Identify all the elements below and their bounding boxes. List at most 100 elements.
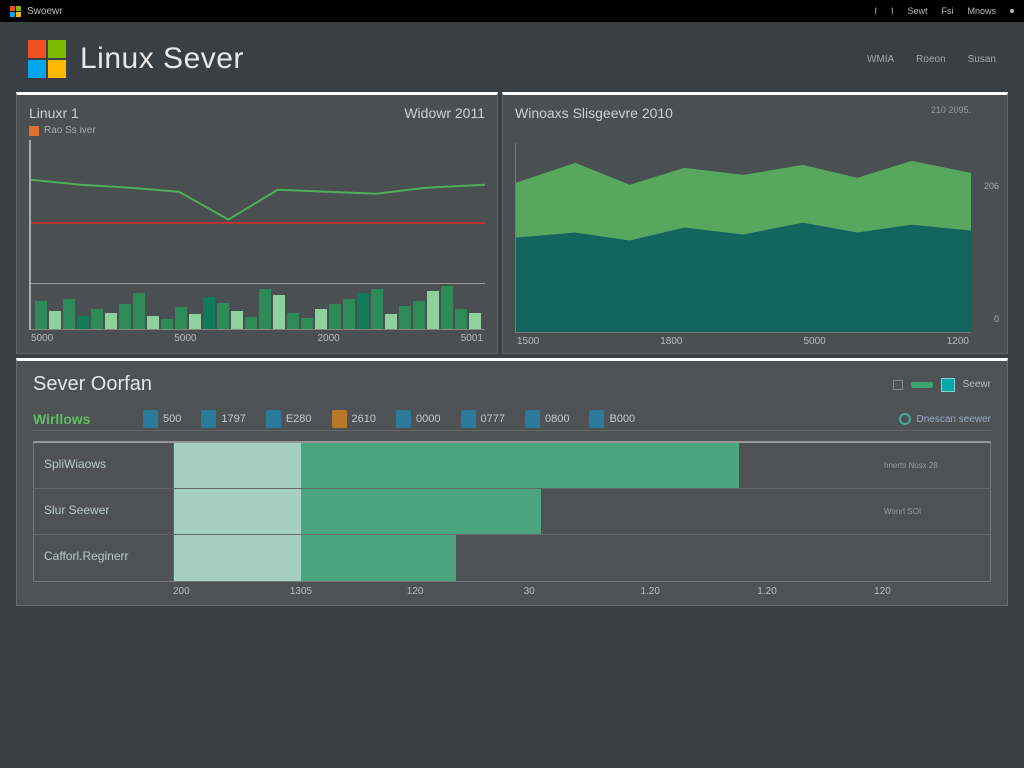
drive-icon [332,410,347,428]
topbar-nav-1[interactable]: I [891,6,894,16]
drive-icon [589,410,604,428]
x-tick: 1.20 [640,586,757,597]
topbar-menu-icon[interactable] [1010,9,1014,13]
x-tick: 1200 [947,336,969,347]
chart-area: 206 0 [515,143,971,333]
header-nav-1[interactable]: Roeon [916,54,945,65]
stat-value: 500 [163,413,181,425]
topbar-nav-0[interactable]: I [874,6,877,16]
panel-linux-head: Linuxr 1 Widowr 2011 [29,105,485,121]
stat-item[interactable]: B000 [589,410,635,428]
stat-item[interactable]: 0000 [396,410,440,428]
drive-icon [201,410,216,428]
panel-linux-title-right: Widowr 2011 [404,105,485,121]
meta: 210 [931,105,946,115]
panel-linux-title-left: Linuxr 1 [29,105,79,121]
topbar-nav-4[interactable]: Mnows [967,6,996,16]
topbar-nav-2[interactable]: Sewt [907,6,927,16]
stat-item[interactable]: 2610 [332,410,376,428]
panel-windows: Winoaxs Slisgeevre 2010 210 2095. 206 0 … [502,92,1008,354]
y-tick-top: 206 [984,181,999,191]
panel-windows-title: Winoaxs Slisgeevre 2010 [515,105,673,121]
drive-icon [461,410,476,428]
hbar-chart: SpliWiaows hnerts Nosx 28 Slur Seewer Wo… [33,441,991,582]
y-tick-bottom: 0 [994,314,999,324]
topbar-nav-3[interactable]: Fsi [941,6,953,16]
stat-value: B000 [609,413,635,425]
x-tick: 2000 [318,333,340,344]
stat-value: 0800 [545,413,569,425]
stat-value: 2610 [352,413,376,425]
page-header: Linux Sever WMIA Roeon Susan [0,22,1024,92]
stat-value: 1797 [221,413,245,425]
section-toggle[interactable]: Seewr [893,378,991,392]
x-tick: 5001 [461,333,483,344]
stat-item[interactable]: 0777 [461,410,505,428]
panel-linux-legend: Rao Ss iver [29,125,485,136]
hbar-track [174,443,880,488]
stat-end-label: Dnescan seewer [917,414,991,425]
panel-windows-head: Winoaxs Slisgeevre 2010 210 2095. [515,105,971,121]
brand: Linux Sever [28,40,244,78]
chart-combo [29,140,485,330]
hbar-row: Slur Seewer Wonrt SOI [34,489,990,535]
section-head: Sever Oorfan Seewr [33,373,991,396]
topbar-nav: I I Sewt Fsi Mnows [874,6,1014,16]
x-tick: 1.20 [757,586,874,597]
toggle-label: Seewr [963,379,991,390]
header-nav: WMIA Roeon Susan [867,54,996,65]
stat-value: 0000 [416,413,440,425]
meta: 2095. [948,105,971,115]
hbar-label: SpliWiaows [34,443,174,488]
hbar-track [174,489,880,534]
x-tick: 5000 [174,333,196,344]
x-tick: 1305 [290,586,407,597]
stat-os-label: Wirllows [33,411,123,427]
checkbox-icon[interactable] [893,380,903,390]
page-title: Linux Sever [80,42,244,76]
stat-row: Wirllows 500 1797 E280 2610 0000 0777 08… [33,410,991,431]
drive-icon [525,410,540,428]
hbar-track [174,535,880,581]
header-nav-2[interactable]: Susan [968,54,996,65]
chart-bars [35,284,481,329]
toggle-icon[interactable] [911,382,933,388]
legend-label: Rao Ss iver [44,125,96,136]
x-tick: 1500 [517,336,539,347]
section-overview: Sever Oorfan Seewr Wirllows 500 1797 E28… [16,358,1008,606]
drive-icon [143,410,158,428]
windows-icon [10,6,21,17]
windows-logo-icon [28,40,66,78]
hbar-row: Cafforl.Reginerr [34,535,990,581]
chart1-xaxis: 5000 5000 2000 5001 [29,330,485,344]
chart-panels: Linuxr 1 Widowr 2011 Rao Ss iver [16,92,1008,354]
stat-value: E280 [286,413,312,425]
stat-end[interactable]: Dnescan seewer [899,413,991,425]
stat-item[interactable]: 0800 [525,410,569,428]
stat-item[interactable]: 1797 [201,410,245,428]
x-tick: 5000 [31,333,53,344]
threshold-line [31,222,485,224]
x-tick: 30 [524,586,641,597]
x-tick: 1800 [660,336,682,347]
x-tick: 120 [407,586,524,597]
app-label: Swoewr [27,6,63,17]
x-tick: 120 [874,586,991,597]
hbar-label: Cafforl.Reginerr [34,535,174,581]
x-tick: 200 [173,586,290,597]
topbar-brand: Swoewr [10,6,63,17]
header-nav-0[interactable]: WMIA [867,54,894,65]
hbar-note: hnerts Nosx 28 [880,443,990,488]
status-ring-icon [899,413,911,425]
hbar-row: SpliWiaows hnerts Nosx 28 [34,443,990,489]
legend-swatch-icon [29,126,39,136]
hbar-xaxis: 200 1305 120 30 1.20 1.20 120 [33,582,991,597]
hbar-note: Wonrt SOI [880,489,990,534]
stat-item[interactable]: E280 [266,410,312,428]
stat-item[interactable]: 500 [143,410,181,428]
drive-icon [266,410,281,428]
panel-linux: Linuxr 1 Widowr 2011 Rao Ss iver [16,92,498,354]
server-icon [941,378,955,392]
drive-icon [396,410,411,428]
x-tick: 5000 [804,336,826,347]
